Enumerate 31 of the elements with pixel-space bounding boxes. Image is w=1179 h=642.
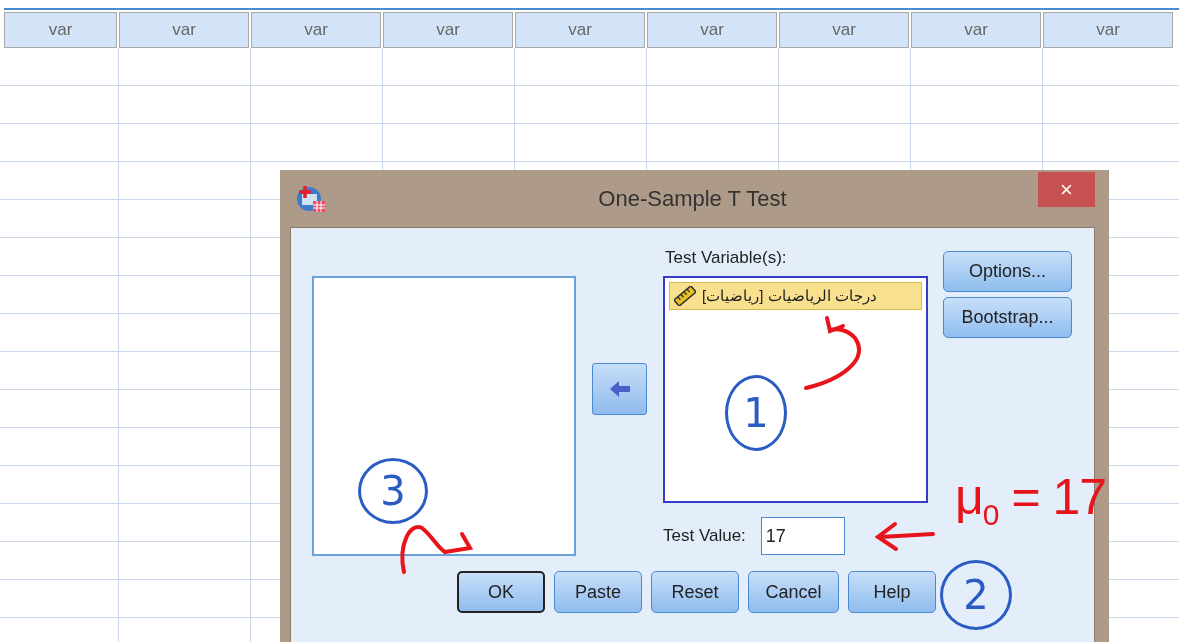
column-header[interactable]: var (251, 12, 381, 48)
step-marker: 2 (940, 560, 1012, 630)
app-icon (296, 183, 326, 214)
close-button[interactable]: × (1038, 172, 1095, 207)
dialog-button[interactable]: Paste (554, 571, 642, 613)
dialog-button[interactable]: Options... (943, 251, 1072, 292)
column-header[interactable]: var (383, 12, 513, 48)
column-header[interactable]: var (119, 12, 249, 48)
dialog-button[interactable]: Bootstrap... (943, 297, 1072, 338)
step-marker: 1 (725, 375, 787, 451)
column-header[interactable]: var (647, 12, 777, 48)
variable-list[interactable] (312, 276, 576, 556)
field-label: Test Variable(s): (665, 248, 788, 269)
step-marker: 3 (358, 458, 428, 524)
dialog-button[interactable]: Reset (651, 571, 739, 613)
column-header[interactable]: var (1043, 12, 1173, 48)
dialog-button[interactable]: Cancel (748, 571, 839, 613)
column-header[interactable]: var (911, 12, 1041, 48)
arrow-drawing (874, 522, 935, 551)
move-button[interactable] (592, 363, 647, 415)
column-header[interactable]: var (4, 12, 117, 48)
column-header[interactable]: var (779, 12, 909, 48)
window-title: One-Sample T Test (598, 186, 787, 211)
variable-item[interactable]: درجات الرياضيات [رياضيات] (669, 282, 922, 310)
field-label: Test Value: (663, 526, 746, 546)
dialog-button[interactable]: Help (848, 571, 936, 613)
test-value-field[interactable]: 17 (760, 517, 845, 555)
dialog-button[interactable]: OK (457, 571, 545, 613)
left-arrow-icon (608, 379, 631, 399)
ruler-icon (674, 286, 696, 306)
column-header[interactable]: var (515, 12, 645, 48)
